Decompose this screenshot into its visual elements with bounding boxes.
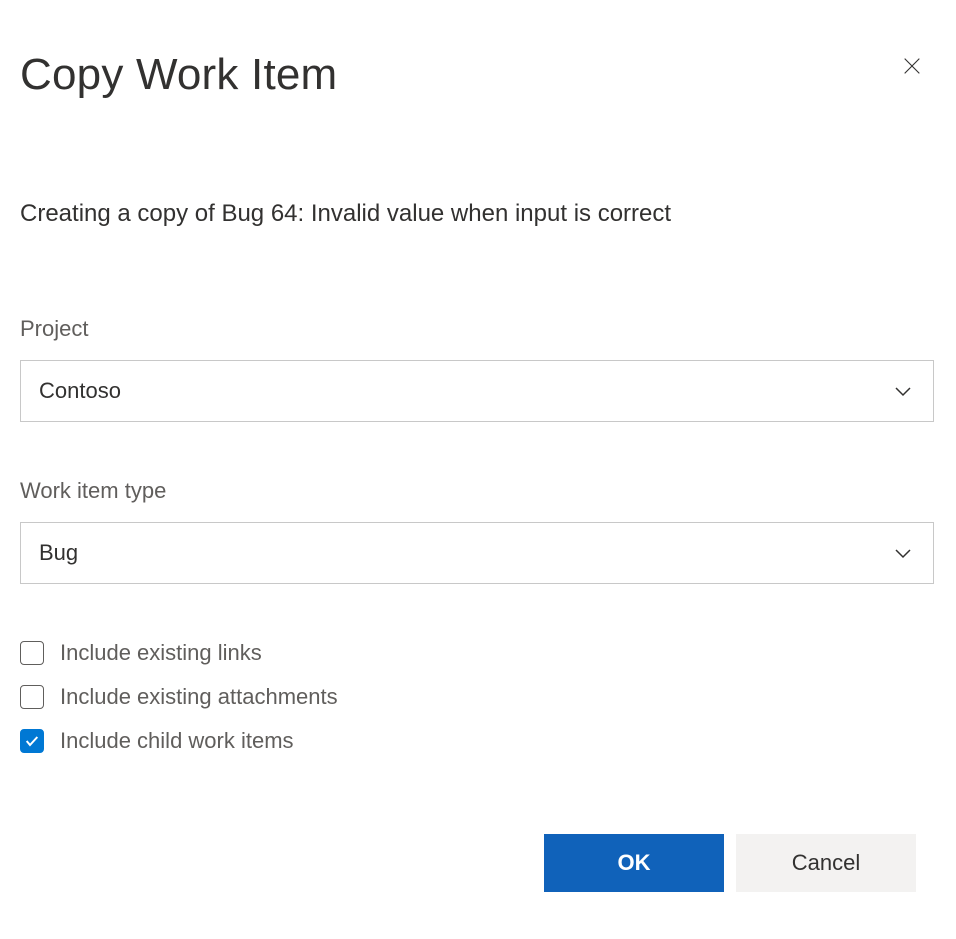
project-label: Project [20,316,936,342]
copy-work-item-dialog: Copy Work Item Creating a copy of Bug 64… [20,50,936,892]
options-list: Include existing links Include existing … [20,640,936,754]
dialog-title: Copy Work Item [20,50,936,100]
ok-button[interactable]: OK [544,834,724,892]
close-button[interactable] [898,52,926,80]
chevron-down-icon [891,541,915,565]
chevron-down-icon [891,379,915,403]
work-item-type-field: Work item type Bug [20,478,936,584]
work-item-type-value: Bug [39,540,891,566]
work-item-type-label: Work item type [20,478,936,504]
project-value: Contoso [39,378,891,404]
include-children-label: Include child work items [60,728,294,754]
checkbox-icon [20,641,44,665]
project-select[interactable]: Contoso [20,360,934,422]
cancel-button[interactable]: Cancel [736,834,916,892]
include-attachments-label: Include existing attachments [60,684,338,710]
include-children-checkbox[interactable]: Include child work items [20,728,936,754]
include-attachments-checkbox[interactable]: Include existing attachments [20,684,936,710]
dialog-buttons: OK Cancel [20,834,936,892]
close-icon [901,55,923,77]
work-item-type-select[interactable]: Bug [20,522,934,584]
dialog-subtitle: Creating a copy of Bug 64: Invalid value… [20,200,936,228]
include-links-checkbox[interactable]: Include existing links [20,640,936,666]
project-field: Project Contoso [20,316,936,422]
include-links-label: Include existing links [60,640,262,666]
checkbox-icon [20,729,44,753]
check-icon [24,733,40,749]
checkbox-icon [20,685,44,709]
